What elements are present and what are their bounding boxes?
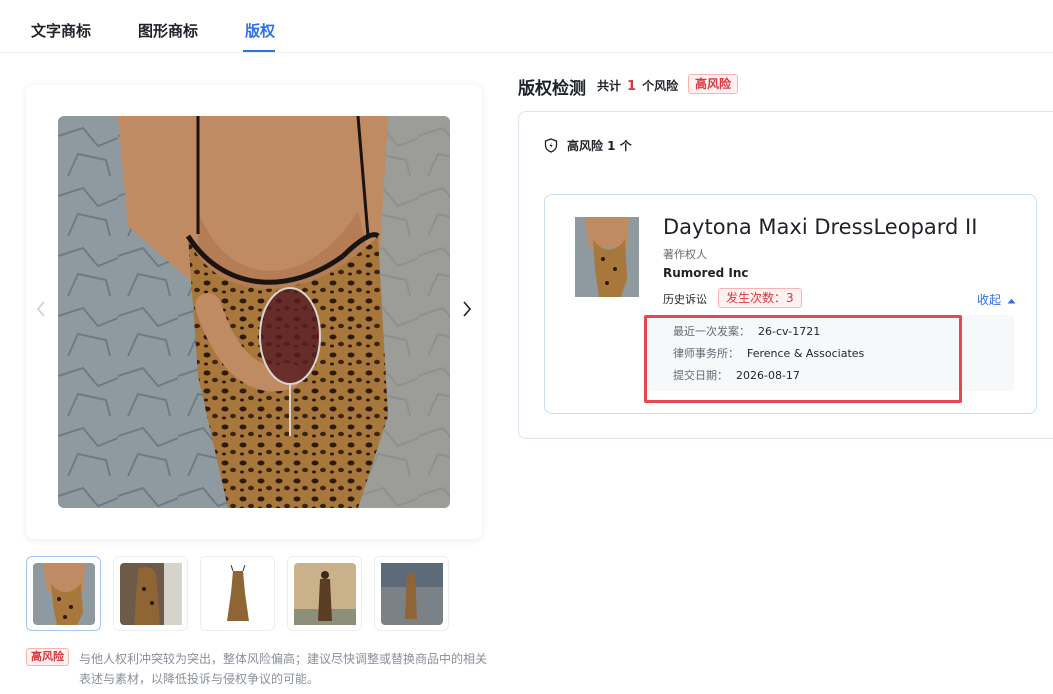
filing-date-row: 提交日期： 2026-08-17	[673, 367, 800, 383]
latest-case-label: 最近一次发案：	[673, 325, 750, 338]
risk-summary-text: 高风险 1 个	[567, 139, 632, 153]
copyright-result-panel: 高风险 1 个 Daytona Maxi DressLeopard II 著作权…	[518, 111, 1053, 439]
product-image-card	[26, 85, 482, 539]
litigation-details: 最近一次发案： 26-cv-1721 律师事务所： Ference & Associ…	[646, 315, 1014, 391]
collapse-label: 收起	[977, 293, 1002, 307]
law-firm-label: 律师事务所：	[673, 347, 739, 360]
thumbnail[interactable]	[26, 556, 101, 631]
law-firm-row: 律师事务所： Ference & Associates	[673, 345, 864, 361]
tab-text-trademark[interactable]: 文字商标	[31, 20, 91, 41]
shield-icon	[544, 138, 558, 153]
owner-name: Rumored Inc	[663, 266, 749, 280]
product-main-image	[58, 116, 450, 508]
total-suffix: 个风险	[642, 79, 679, 93]
caret-up-icon	[1007, 298, 1016, 303]
collapse-button[interactable]: 收起	[977, 291, 1016, 308]
high-risk-badge: 高风险	[688, 74, 739, 94]
active-tab-indicator	[243, 50, 275, 52]
chevron-right-icon[interactable]	[460, 298, 474, 325]
filing-date-label: 提交日期：	[673, 369, 728, 382]
item-title: Daytona Maxi DressLeopard II	[663, 215, 978, 239]
law-firm-value: Ference & Associates	[747, 347, 865, 360]
tab-graphic-trademark[interactable]: 图形商标	[138, 20, 198, 41]
thumbnail[interactable]	[200, 556, 275, 631]
section-title: 版权检测	[518, 79, 586, 99]
latest-case-row: 最近一次发案： 26-cv-1721	[673, 323, 820, 339]
chevron-left-icon[interactable]	[34, 298, 48, 325]
filing-date-value: 2026-08-17	[736, 369, 800, 382]
total-prefix: 共计	[597, 79, 622, 93]
item-thumbnail	[575, 217, 639, 297]
tab-copyright[interactable]: 版权	[245, 20, 275, 41]
occurrence-badge: 发生次数：3	[718, 288, 802, 308]
thumbnail[interactable]	[374, 556, 449, 631]
total-count: 1	[627, 79, 637, 94]
risk-description: 与他人权利冲突较为突出，整体风险偏高；建议尽快调整或替换商品中的相关表述与素材，…	[79, 652, 488, 686]
risk-level-badge: 高风险	[26, 648, 69, 666]
owner-label: 著作权人	[663, 248, 707, 261]
thumbnail-strip	[26, 556, 456, 632]
copyright-item-card: Daytona Maxi DressLeopard II 著作权人 Rumore…	[544, 194, 1037, 414]
risk-total: 共计 1 个风险	[597, 77, 678, 94]
thumbnail[interactable]	[287, 556, 362, 631]
tab-bar: 文字商标 图形商标 版权	[0, 0, 1053, 53]
latest-case-value: 26-cv-1721	[758, 325, 821, 338]
history-label: 历史诉讼	[663, 293, 707, 306]
thumbnail[interactable]	[113, 556, 188, 631]
